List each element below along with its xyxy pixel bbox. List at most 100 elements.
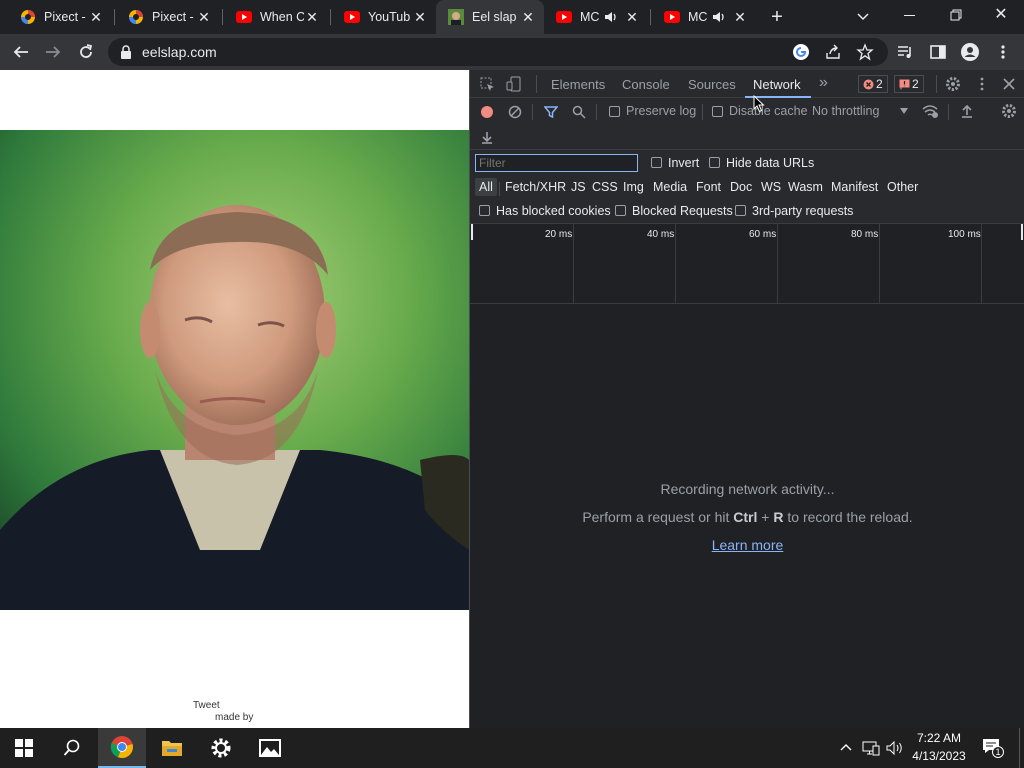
lock-icon[interactable] bbox=[120, 45, 132, 59]
browser-tab[interactable]: Pixect - ✕ bbox=[8, 0, 112, 34]
start-button[interactable] bbox=[0, 728, 48, 768]
tab-network[interactable]: Network bbox=[753, 77, 801, 92]
address-bar[interactable]: eelslap.com bbox=[108, 38, 888, 66]
filter-type-all[interactable]: All bbox=[475, 178, 497, 196]
filter-type-wasm[interactable]: Wasm bbox=[788, 180, 823, 194]
has-blocked-cookies-checkbox[interactable] bbox=[479, 205, 490, 216]
new-tab-button[interactable]: + bbox=[766, 6, 788, 28]
filter-funnel-icon[interactable] bbox=[544, 105, 558, 119]
learn-more-link[interactable]: Learn more bbox=[712, 537, 784, 553]
google-icon[interactable] bbox=[792, 43, 810, 61]
error-counter[interactable]: 2 bbox=[858, 75, 888, 93]
hide-data-urls-checkbox[interactable] bbox=[709, 157, 720, 168]
error-count: 2 bbox=[876, 77, 883, 91]
filter-type-manifest[interactable]: Manifest bbox=[831, 180, 878, 194]
filter-type-ws[interactable]: WS bbox=[761, 180, 781, 194]
taskbar-file-explorer-button[interactable] bbox=[148, 728, 196, 768]
show-desktop-button[interactable] bbox=[1019, 728, 1020, 768]
media-control-icon[interactable] bbox=[896, 43, 914, 61]
taskbar-chrome-button[interactable] bbox=[98, 728, 146, 768]
filter-type-css[interactable]: CSS bbox=[592, 180, 618, 194]
clock-date[interactable]: 4/13/2023 bbox=[910, 749, 968, 763]
close-devtools-icon[interactable] bbox=[1002, 77, 1016, 91]
record-icon[interactable] bbox=[480, 105, 494, 119]
browser-tab[interactable]: YouTub ✕ bbox=[332, 0, 436, 34]
close-icon[interactable]: ✕ bbox=[196, 9, 212, 25]
blocked-requests-checkbox[interactable] bbox=[615, 205, 626, 216]
browser-tab[interactable]: When C ✕ bbox=[224, 0, 328, 34]
throttling-select[interactable]: No throttling bbox=[812, 104, 879, 118]
timeline-left-handle[interactable] bbox=[471, 224, 473, 240]
clock-time[interactable]: 7:22 AM bbox=[910, 731, 968, 745]
action-center-button[interactable]: 1 bbox=[982, 738, 1004, 758]
menu-kebab-icon[interactable] bbox=[994, 43, 1012, 61]
browser-tab[interactable]: MC ✕ bbox=[544, 0, 648, 34]
devtools-menu-icon[interactable] bbox=[974, 76, 990, 92]
tweet-link[interactable]: Tweet bbox=[193, 700, 220, 711]
tab-sources[interactable]: Sources bbox=[688, 77, 736, 92]
search-icon[interactable] bbox=[572, 105, 586, 119]
export-har-icon[interactable] bbox=[480, 130, 494, 144]
tab-divider bbox=[222, 9, 223, 25]
tab-elements[interactable]: Elements bbox=[551, 77, 605, 92]
filter-type-img[interactable]: Img bbox=[623, 180, 644, 194]
bookmark-star-icon[interactable] bbox=[856, 43, 874, 61]
network-overview-timeline[interactable]: 20 ms 40 ms 60 ms 80 ms 100 ms bbox=[470, 224, 1024, 304]
invert-checkbox[interactable] bbox=[651, 157, 662, 168]
filter-type-fetch[interactable]: Fetch/XHR bbox=[505, 180, 566, 194]
third-party-requests-checkbox[interactable] bbox=[735, 205, 746, 216]
close-icon[interactable]: ✕ bbox=[520, 9, 536, 25]
filter-type-font[interactable]: Font bbox=[696, 180, 721, 194]
side-panel-icon[interactable] bbox=[929, 43, 947, 61]
volume-icon[interactable] bbox=[886, 740, 904, 756]
reload-icon[interactable] bbox=[77, 43, 95, 61]
profile-icon[interactable] bbox=[960, 42, 980, 62]
tab-search-icon[interactable] bbox=[856, 9, 870, 23]
disable-cache-checkbox[interactable] bbox=[712, 106, 723, 117]
issues-counter[interactable]: 2 bbox=[894, 75, 924, 93]
browser-tab[interactable]: MC ✕ bbox=[652, 0, 756, 34]
filter-type-doc[interactable]: Doc bbox=[730, 180, 752, 194]
timeline-right-handle[interactable] bbox=[1021, 224, 1023, 240]
speaker-icon[interactable] bbox=[604, 10, 618, 24]
minimize-button[interactable] bbox=[900, 6, 920, 26]
speaker-icon[interactable] bbox=[712, 10, 726, 24]
close-icon[interactable]: ✕ bbox=[412, 9, 428, 25]
dropdown-arrow-icon[interactable] bbox=[900, 108, 908, 114]
import-har-icon[interactable] bbox=[960, 104, 974, 118]
tab-console[interactable]: Console bbox=[622, 77, 670, 92]
close-icon[interactable]: ✕ bbox=[88, 9, 104, 25]
forward-icon[interactable] bbox=[44, 43, 62, 61]
close-icon[interactable]: ✕ bbox=[624, 9, 640, 25]
close-icon[interactable]: ✕ bbox=[304, 9, 320, 25]
network-icon[interactable] bbox=[862, 740, 880, 756]
taskbar-settings-button[interactable] bbox=[197, 728, 245, 768]
preserve-log-checkbox[interactable] bbox=[609, 106, 620, 117]
inspect-element-icon[interactable] bbox=[480, 77, 495, 92]
close-icon[interactable]: ✕ bbox=[732, 9, 748, 25]
filter-type-js[interactable]: JS bbox=[571, 180, 586, 194]
filter-type-media[interactable]: Media bbox=[653, 180, 687, 194]
network-conditions-icon[interactable] bbox=[921, 103, 939, 119]
taskbar-photos-button[interactable] bbox=[246, 728, 294, 768]
clear-icon[interactable] bbox=[508, 105, 522, 119]
browser-tab[interactable]: Pixect - ✕ bbox=[116, 0, 220, 34]
window-close-button[interactable]: ✕ bbox=[990, 4, 1012, 26]
filter-type-other[interactable]: Other bbox=[887, 180, 918, 194]
settings-gear-icon[interactable] bbox=[945, 76, 961, 92]
r-key: R bbox=[773, 509, 784, 525]
filter-input[interactable] bbox=[475, 154, 638, 172]
device-toolbar-icon[interactable] bbox=[506, 76, 522, 92]
timeline-tick-label: 100 ms bbox=[948, 229, 981, 240]
timeline-gridline bbox=[777, 224, 778, 304]
show-hidden-icons-chevron[interactable] bbox=[840, 742, 852, 752]
more-tabs-button[interactable]: » bbox=[819, 74, 828, 92]
eel-slap-photo[interactable] bbox=[0, 130, 469, 610]
network-settings-gear-icon[interactable] bbox=[1001, 103, 1017, 119]
divider bbox=[532, 104, 533, 120]
back-icon[interactable] bbox=[12, 43, 30, 61]
restore-button[interactable] bbox=[946, 6, 966, 26]
taskbar-search-button[interactable] bbox=[48, 728, 96, 768]
browser-tab-active[interactable]: Eel slap ✕ bbox=[436, 0, 544, 34]
share-icon[interactable] bbox=[824, 43, 842, 61]
